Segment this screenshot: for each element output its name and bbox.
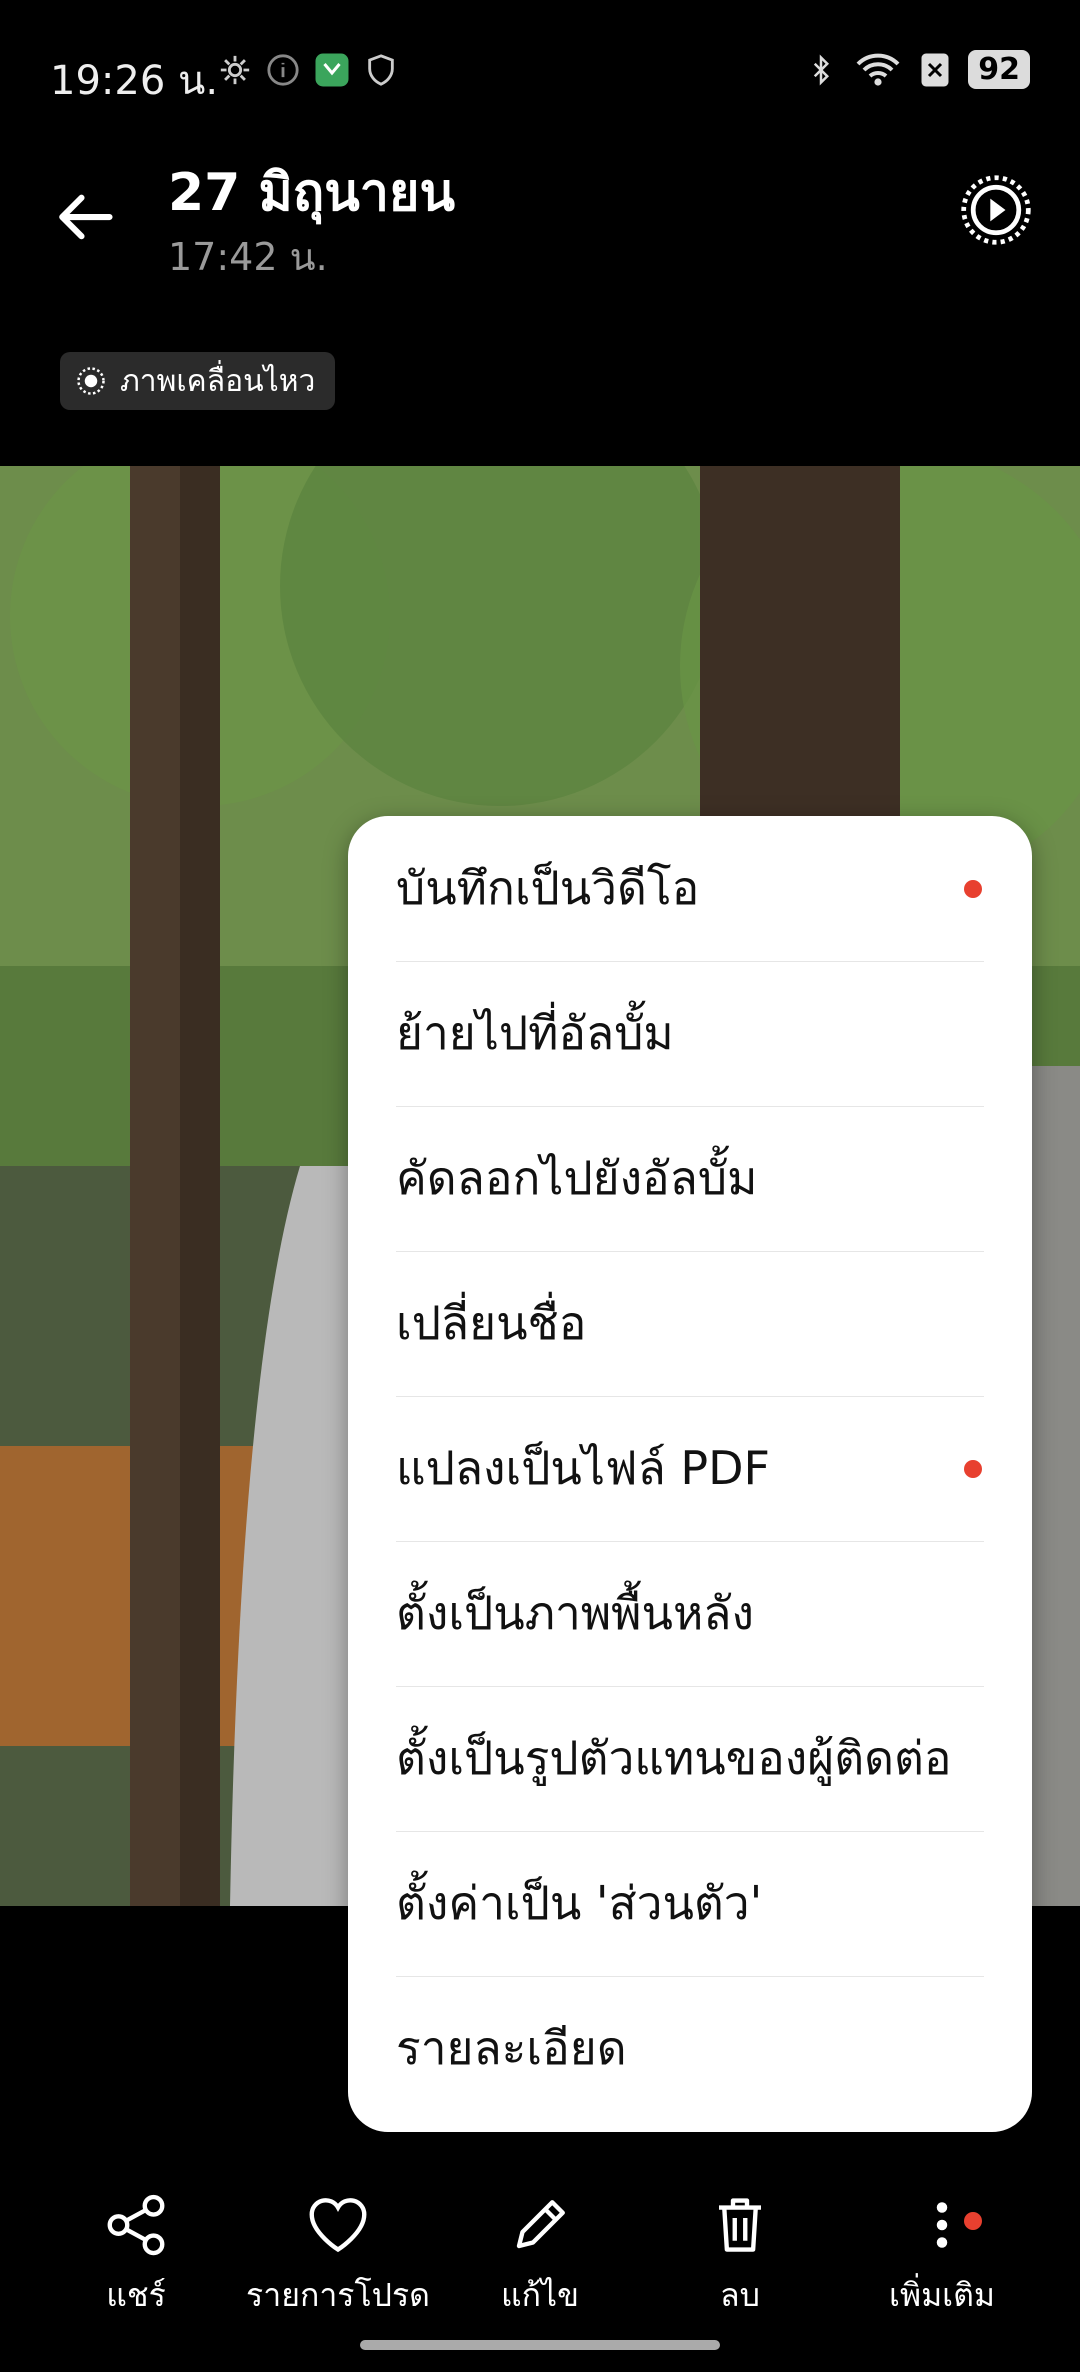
menu-item-label: ตั้งค่าเป็น 'ส่วนตัว' [396, 1876, 763, 1930]
menu-item-copy-to-album[interactable]: คัดลอกไปยังอัลบั้ม [396, 1106, 984, 1252]
delete-button[interactable]: ลบ [640, 2190, 840, 2321]
wifi-icon [856, 53, 900, 86]
app-icon [315, 53, 349, 87]
page-title: 27 มิถุนายน [168, 163, 455, 223]
motion-photo-label: ภาพเคลื่อนไหว [120, 363, 316, 399]
back-arrow-icon[interactable] [50, 182, 120, 252]
menu-item-set-private[interactable]: ตั้งค่าเป็น 'ส่วนตัว' [396, 1831, 984, 1977]
trash-icon [719, 2198, 761, 2252]
menu-item-label: ย้ายไปที่อัลบั้ม [396, 1006, 674, 1060]
menu-item-label: รายละเอียด [396, 2021, 627, 2075]
menu-item-label: เปลี่ยนชื่อ [396, 1296, 587, 1350]
menu-item-label: บันทึกเป็นวิดีโอ [396, 861, 700, 915]
motion-photo-icon [77, 367, 105, 395]
favorite-label: รายการโปรด [246, 2276, 430, 2314]
play-motion-icon[interactable] [958, 172, 1034, 248]
share-icon [107, 2194, 165, 2256]
page-subtitle: 17:42 น. [168, 235, 328, 279]
menu-item-label: แปลงเป็นไฟล์ PDF [396, 1441, 770, 1495]
share-button[interactable]: แชร์ [36, 2190, 236, 2321]
bluetooth-icon [814, 53, 830, 86]
menu-item-save-as-video[interactable]: บันทึกเป็นวิดีโอ [396, 816, 984, 962]
overflow-menu: บันทึกเป็นวิดีโอ ย้ายไปที่อัลบั้ม คัดลอก… [348, 816, 1032, 2132]
home-indicator[interactable] [360, 2340, 720, 2350]
menu-item-move-to-album[interactable]: ย้ายไปที่อัลบั้ม [396, 961, 984, 1107]
status-right-icons: 92 [806, 50, 1030, 89]
shield-icon [368, 54, 394, 86]
menu-item-set-contact-photo[interactable]: ตั้งเป็นรูปตัวแทนของผู้ติดต่อ [396, 1686, 984, 1832]
share-label: แชร์ [106, 2276, 166, 2314]
status-left-icons [218, 52, 398, 88]
menu-item-details[interactable]: รายละเอียด [396, 1976, 984, 2121]
menu-item-label: คัดลอกไปยังอัลบั้ม [396, 1151, 758, 1205]
new-badge-dot [964, 1459, 982, 1478]
favorite-button[interactable]: รายการโปรด [238, 2190, 438, 2321]
info-icon [267, 54, 299, 86]
menu-item-rename[interactable]: เปลี่ยนชื่อ [396, 1251, 984, 1397]
edit-label: แก้ไข [501, 2276, 579, 2314]
menu-item-convert-pdf[interactable]: แปลงเป็นไฟล์ PDF [396, 1396, 984, 1542]
more-label: เพิ่มเติม [889, 2276, 995, 2314]
gear-icon [220, 55, 250, 85]
motion-photo-chip[interactable]: ภาพเคลื่อนไหว [60, 352, 336, 410]
new-badge-dot [964, 879, 982, 898]
bottom-toolbar: แชร์ รายการโปรด แก้ไข ลบ เพิ่มเติม [0, 2160, 1080, 2340]
menu-item-label: ตั้งเป็นภาพพื้นหลัง [396, 1586, 754, 1640]
battery-indicator: 92 [968, 50, 1030, 89]
menu-item-set-wallpaper[interactable]: ตั้งเป็นภาพพื้นหลัง [396, 1541, 984, 1687]
delete-label: ลบ [720, 2276, 760, 2314]
notification-badge-dot [964, 2212, 982, 2230]
heart-icon [309, 2198, 367, 2253]
status-bar: 19:26 น. 92 [0, 0, 1080, 140]
status-time: 19:26 น. [50, 58, 219, 104]
menu-item-label: ตั้งเป็นรูปตัวแทนของผู้ติดต่อ [396, 1731, 952, 1785]
edit-button[interactable]: แก้ไข [440, 2190, 640, 2321]
pencil-icon [516, 2200, 565, 2249]
more-button[interactable]: เพิ่มเติม [842, 2190, 1042, 2321]
sim-off-icon [921, 53, 949, 86]
